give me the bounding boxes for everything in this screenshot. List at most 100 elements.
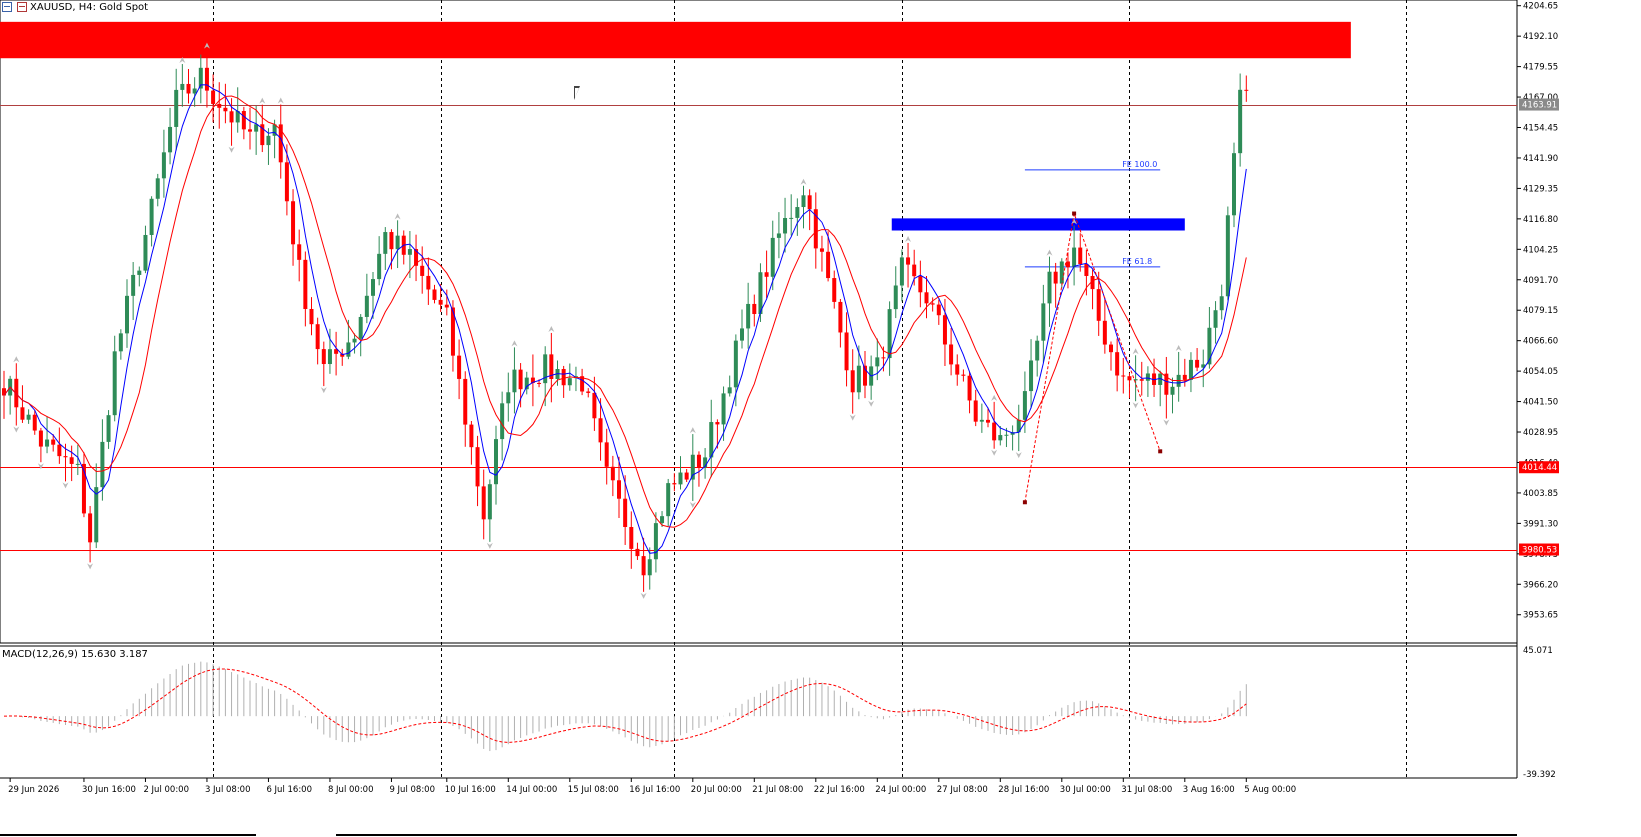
candle [869, 355, 874, 400]
candle [961, 369, 966, 382]
x-tick-label: 9 Jul 08:00 [389, 785, 435, 795]
fractal-up-marker [511, 340, 518, 347]
candle [315, 317, 320, 365]
fractal-down-marker [37, 463, 44, 470]
candle [174, 68, 179, 151]
candle [20, 385, 25, 423]
candle [69, 445, 74, 482]
x-tick-label: 24 Jul 00:00 [875, 785, 926, 795]
candle [303, 251, 308, 327]
candle [223, 83, 228, 124]
candle [1225, 206, 1230, 301]
candle [850, 349, 855, 414]
candle [291, 189, 296, 266]
candle [1121, 357, 1126, 394]
x-tick-label: 22 Jul 16:00 [814, 785, 865, 795]
candle [149, 196, 154, 247]
candle [1176, 351, 1181, 402]
candle [475, 435, 480, 507]
candle [1145, 366, 1150, 397]
price-chart[interactable]: FE 100.0FE 61.84204.654192.104179.554167… [0, 0, 1641, 837]
candle [819, 235, 824, 272]
fractal-up-marker [991, 394, 998, 401]
fractal-down-marker [1163, 419, 1170, 426]
candle [666, 478, 671, 527]
fractal-up-marker [1175, 344, 1182, 351]
candle [241, 106, 246, 140]
macd-y-tick-label: 45.071 [1523, 646, 1553, 656]
candle [118, 329, 123, 360]
candle [112, 335, 117, 422]
y-tick-label: 3991.30 [1523, 519, 1558, 529]
y-tick-label: 4091.70 [1523, 276, 1558, 286]
candle [832, 270, 837, 309]
x-tick-label: 28 Jul 16:00 [998, 785, 1049, 795]
candle [610, 455, 615, 497]
supply-zone [0, 21, 1351, 59]
candle [709, 399, 714, 478]
x-tick-label: 31 Jul 08:00 [1121, 785, 1172, 795]
candle [641, 537, 646, 592]
candle [494, 425, 498, 505]
fractal-up-marker [259, 97, 266, 104]
candle [321, 341, 326, 387]
candle [561, 365, 566, 398]
fib-anchor-point [1072, 211, 1077, 216]
candle [1158, 370, 1163, 407]
candle [1010, 425, 1015, 451]
symbol-label: XAUUSD, H4: [30, 1, 96, 13]
candle [297, 229, 302, 282]
candle [1029, 339, 1034, 409]
candle [180, 64, 185, 107]
chart-window-icon [2, 2, 12, 12]
candle [524, 371, 529, 395]
y-tick-label: 3966.20 [1523, 580, 1558, 590]
x-tick-label: 8 Jul 00:00 [328, 785, 374, 795]
x-tick-label: 6 Jul 16:00 [266, 785, 312, 795]
candle [635, 542, 640, 560]
candle [340, 348, 345, 366]
candle [727, 375, 732, 397]
candle [795, 198, 800, 236]
candle [1016, 404, 1021, 452]
candle [161, 129, 166, 198]
candle [1065, 252, 1070, 289]
fractal-up-marker [13, 356, 20, 363]
candle [414, 234, 419, 282]
candle [81, 452, 86, 518]
candle [1213, 301, 1218, 344]
candle [549, 332, 554, 403]
candle [204, 49, 209, 108]
candle [420, 246, 425, 294]
candle [918, 260, 923, 308]
candle [106, 410, 111, 449]
fib-level-label: FE 61.8 [1122, 257, 1152, 266]
fractal-down-marker [13, 426, 20, 433]
candle [481, 469, 486, 540]
candle [979, 403, 984, 433]
candle [936, 299, 941, 325]
chart-header: XAUUSD, H4: Gold Spot [0, 0, 148, 14]
fractal-down-marker [486, 542, 493, 549]
candle [143, 225, 148, 274]
x-tick-label: 10 Jul 16:00 [445, 785, 496, 795]
candle [770, 220, 775, 291]
candle [1022, 371, 1027, 433]
fractal-up-marker [277, 97, 284, 104]
candle [863, 351, 867, 399]
candle [463, 371, 468, 447]
candle [838, 298, 843, 348]
candle [377, 236, 382, 286]
candle [364, 273, 369, 324]
candle [1219, 284, 1224, 320]
candle [752, 294, 757, 327]
fractal-down-marker [87, 563, 94, 570]
fractal-down-marker [849, 414, 856, 421]
y-tick-label: 4179.55 [1523, 63, 1558, 73]
fractal-up-marker [1132, 348, 1139, 355]
candle [1244, 75, 1249, 102]
candle [924, 275, 929, 319]
y-tick-label: 4054.05 [1523, 367, 1558, 377]
candle [469, 421, 474, 465]
candle [764, 250, 769, 299]
